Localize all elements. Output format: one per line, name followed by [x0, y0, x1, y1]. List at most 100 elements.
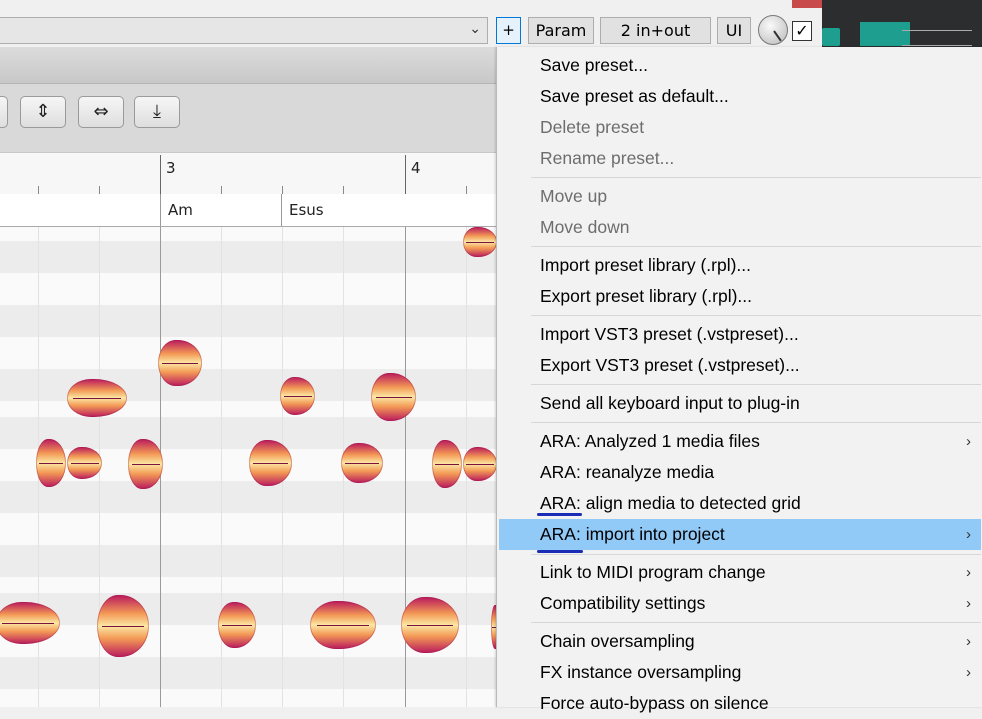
annotation-underline: [537, 513, 582, 516]
io-routing-button[interactable]: 2 in+out: [600, 17, 711, 44]
menu-item-rename-preset[interactable]: Rename preset...: [499, 143, 981, 174]
menu-item-send-keyboard[interactable]: Send all keyboard input to plug-in: [499, 388, 981, 419]
chord-divider: [160, 194, 161, 226]
preset-dropdown[interactable]: ⌄: [0, 17, 488, 44]
menu-item-label: ARA: import into project: [540, 524, 725, 544]
menu-item-save-preset[interactable]: Save preset...: [499, 50, 981, 81]
ruler-tick: [221, 186, 222, 194]
menu-item-label: FX instance oversampling: [540, 662, 742, 682]
menu-item-chain-oversampling[interactable]: Chain oversampling ›: [499, 626, 981, 657]
pitch-align-icon[interactable]: ⇕: [20, 96, 66, 128]
ruler-tick: [466, 186, 467, 194]
menu-separator: [531, 177, 981, 178]
chevron-down-icon: ⌄: [469, 21, 481, 37]
menu-item-save-preset-default[interactable]: Save preset as default...: [499, 81, 981, 112]
close-tab[interactable]: [792, 0, 822, 8]
bar-line: [160, 155, 161, 195]
enable-checkbox[interactable]: ✓: [792, 21, 812, 41]
time-align-icon[interactable]: ⇔: [78, 96, 124, 128]
bar-number: 4: [411, 159, 421, 177]
note-blob[interactable]: [67, 379, 127, 417]
note-blob[interactable]: [310, 601, 376, 649]
menu-item-link-midi[interactable]: Link to MIDI program change ›: [499, 557, 981, 588]
midi-icon: [902, 30, 972, 46]
menu-separator: [531, 554, 981, 555]
menu-item-label: ARA: align media to detected grid: [540, 493, 801, 513]
note-blob[interactable]: [371, 373, 416, 421]
note-blob[interactable]: [401, 597, 459, 653]
menu-item-ara-analyzed[interactable]: ARA: Analyzed 1 media files ›: [499, 426, 981, 457]
note-blob[interactable]: [280, 377, 315, 415]
editor-header: [0, 47, 496, 84]
menu-item-export-vst3[interactable]: Export VST3 preset (.vstpreset)...: [499, 350, 981, 381]
wet-knob[interactable]: [758, 15, 788, 45]
note-blob[interactable]: [463, 447, 496, 481]
submenu-arrow-icon: ›: [966, 633, 971, 650]
menu-separator: [531, 315, 981, 316]
note-blob[interactable]: [218, 602, 256, 648]
menu-item-label: Send all keyboard input to plug-in: [540, 393, 800, 413]
chord-label[interactable]: Am: [168, 201, 193, 219]
menu-item-delete-preset[interactable]: Delete preset: [499, 112, 981, 143]
param-button[interactable]: Param: [528, 17, 594, 44]
annotation-underline: [537, 550, 583, 553]
mixer-strip: [822, 0, 982, 47]
menu-item-label: Force auto-bypass on silence: [540, 693, 769, 713]
menu-item-ara-reanalyze[interactable]: ARA: reanalyze media: [499, 457, 981, 488]
note-blob[interactable]: [463, 227, 496, 257]
menu-item-label: Save preset...: [540, 55, 648, 75]
timeline-ruler[interactable]: 3 4: [0, 152, 496, 196]
note-blob[interactable]: [97, 595, 149, 657]
bar-line: [405, 155, 406, 195]
menu-item-import-rpl[interactable]: Import preset library (.rpl)...: [499, 250, 981, 281]
menu-item-compatibility[interactable]: Compatibility settings ›: [499, 588, 981, 619]
menu-item-label: Save preset as default...: [540, 86, 729, 106]
tool-icon[interactable]: [0, 96, 8, 128]
menu-item-label: Delete preset: [540, 117, 645, 137]
menu-separator: [531, 422, 981, 423]
menu-item-label: ARA: reanalyze media: [540, 462, 715, 482]
menu-item-force-bypass[interactable]: Force auto-bypass on silence: [499, 688, 981, 719]
ruler-tick: [343, 186, 344, 194]
note-grid[interactable]: [0, 227, 496, 707]
track-icon: [822, 28, 840, 46]
menu-separator: [531, 384, 981, 385]
bar-number: 3: [166, 159, 176, 177]
note-blob[interactable]: [249, 440, 292, 486]
note-blob[interactable]: [0, 602, 60, 644]
ruler-tick: [38, 186, 39, 194]
note-blob[interactable]: [341, 443, 383, 483]
menu-separator: [531, 246, 981, 247]
menu-item-label: Import preset library (.rpl)...: [540, 255, 752, 275]
menu-item-label: Import VST3 preset (.vstpreset)...: [540, 324, 799, 344]
menu-item-ara-import-project[interactable]: ARA: import into project ›: [499, 519, 981, 550]
note-blob[interactable]: [36, 439, 66, 487]
menu-item-label: Move down: [540, 217, 630, 237]
ruler-tick: [99, 186, 100, 194]
compress-icon[interactable]: ⤓: [134, 96, 180, 128]
submenu-arrow-icon: ›: [966, 526, 971, 543]
menu-item-label: Compatibility settings: [540, 593, 706, 613]
submenu-arrow-icon: ›: [966, 595, 971, 612]
submenu-arrow-icon: ›: [966, 433, 971, 450]
menu-item-label: Export preset library (.rpl)...: [540, 286, 752, 306]
menu-item-import-vst3[interactable]: Import VST3 preset (.vstpreset)...: [499, 319, 981, 350]
add-preset-button[interactable]: +: [496, 17, 521, 44]
menu-item-export-rpl[interactable]: Export preset library (.rpl)...: [499, 281, 981, 312]
menu-item-label: Move up: [540, 186, 608, 206]
menu-separator: [531, 622, 981, 623]
chord-label[interactable]: Esus: [289, 201, 324, 219]
menu-item-instance-oversampling[interactable]: FX instance oversampling ›: [499, 657, 981, 688]
ui-button[interactable]: UI: [717, 17, 751, 44]
menu-item-label: Link to MIDI program change: [540, 562, 766, 582]
menu-item-move-up[interactable]: Move up: [499, 181, 981, 212]
submenu-arrow-icon: ›: [966, 664, 971, 681]
chord-track[interactable]: Am Esus: [0, 194, 496, 227]
menu-item-label: Rename preset...: [540, 148, 675, 168]
fx-context-menu: Save preset... Save preset as default...…: [496, 47, 982, 713]
note-blob[interactable]: [67, 447, 102, 479]
fx-header-bar: ⌄ + Param 2 in+out UI ✓: [0, 0, 982, 47]
menu-item-move-down[interactable]: Move down: [499, 212, 981, 243]
chord-divider: [281, 194, 282, 226]
plugin-editor: ⇕ ⇔ ⤓ 3 4 Am Esus: [0, 47, 496, 707]
